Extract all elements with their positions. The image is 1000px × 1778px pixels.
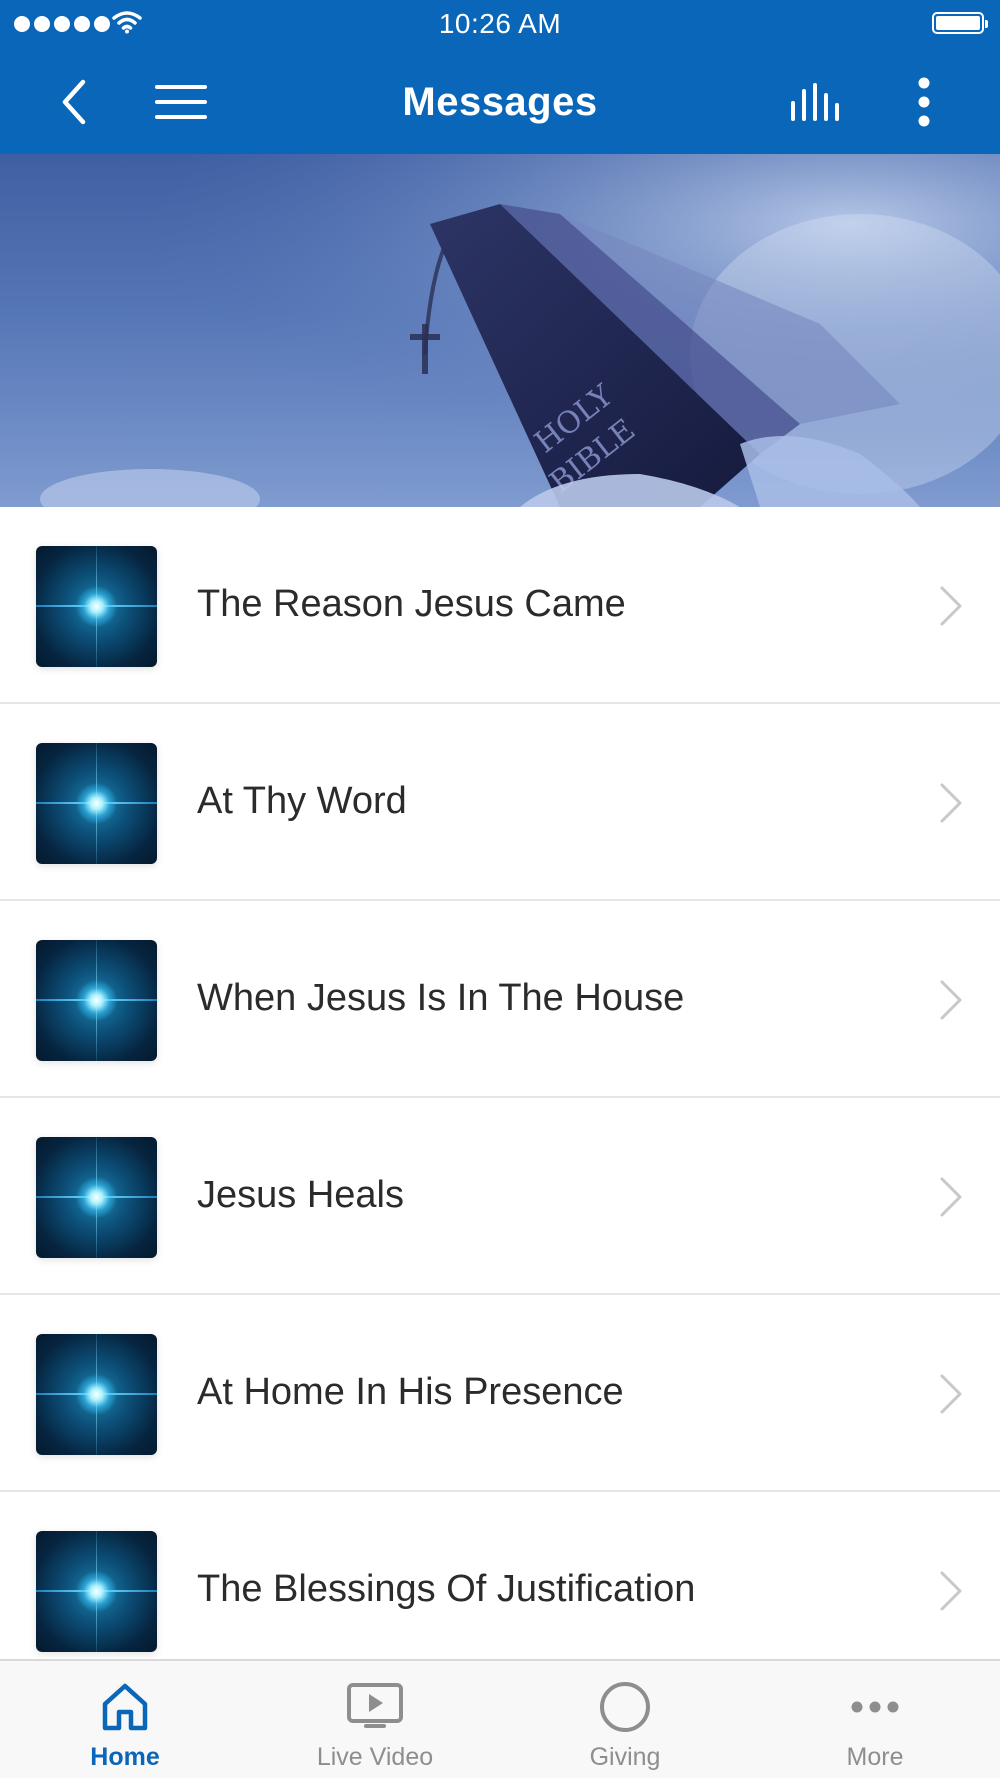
tab-live-video[interactable]: Live Video bbox=[250, 1661, 500, 1778]
chevron-right-icon bbox=[940, 980, 962, 1020]
message-thumbnail bbox=[36, 1137, 157, 1258]
back-chevron-icon bbox=[62, 79, 86, 125]
list-item[interactable]: At Home In His Presence bbox=[0, 1295, 1000, 1492]
list-item[interactable]: The Blessings Of Justification bbox=[0, 1492, 1000, 1659]
home-icon bbox=[102, 1683, 148, 1731]
chevron-right-icon bbox=[940, 586, 962, 626]
tab-giving[interactable]: Giving bbox=[500, 1661, 750, 1778]
list-item-title: At Home In His Presence bbox=[197, 1371, 624, 1413]
vertical-dots-icon bbox=[918, 77, 930, 127]
hamburger-menu-icon bbox=[155, 85, 207, 119]
nav-bar: Messages bbox=[0, 50, 1000, 154]
message-thumbnail bbox=[36, 1334, 157, 1455]
battery-icon bbox=[932, 12, 988, 34]
list-item-title: At Thy Word bbox=[197, 780, 407, 822]
list-item-title: When Jesus Is In The House bbox=[197, 977, 685, 1019]
chevron-right-icon bbox=[940, 1374, 962, 1414]
tab-label: Live Video bbox=[316, 1743, 434, 1771]
chevron-right-icon bbox=[940, 783, 962, 823]
chevron-right-icon bbox=[940, 1177, 962, 1217]
list-item-title: The Blessings Of Justification bbox=[197, 1568, 696, 1610]
tab-home[interactable]: Home bbox=[0, 1661, 250, 1778]
messages-list: The Reason Jesus Came At Thy Word When J… bbox=[0, 507, 1000, 1659]
circle-icon bbox=[600, 1682, 650, 1732]
list-item[interactable]: The Reason Jesus Came bbox=[0, 507, 1000, 704]
list-item-title: The Reason Jesus Came bbox=[197, 583, 626, 625]
message-thumbnail bbox=[36, 940, 157, 1061]
tab-label: More bbox=[846, 1743, 904, 1771]
tab-more[interactable]: More bbox=[750, 1661, 1000, 1778]
message-thumbnail bbox=[36, 546, 157, 667]
holy-bible-hero: HOLY BIBLE bbox=[0, 154, 1000, 507]
tab-label: Home bbox=[90, 1743, 160, 1771]
chevron-right-icon bbox=[940, 1571, 962, 1611]
list-item[interactable]: At Thy Word bbox=[0, 704, 1000, 901]
list-item[interactable]: Jesus Heals bbox=[0, 1098, 1000, 1295]
back-button[interactable] bbox=[48, 50, 100, 154]
equalizer-icon bbox=[791, 83, 839, 121]
overflow-menu-button[interactable] bbox=[900, 50, 948, 154]
tv-play-icon bbox=[347, 1683, 403, 1728]
list-item[interactable]: When Jesus Is In The House bbox=[0, 901, 1000, 1098]
list-item-title: Jesus Heals bbox=[197, 1174, 404, 1216]
tab-bar: Home Live Video Giving More bbox=[0, 1659, 1000, 1778]
more-dots-icon bbox=[851, 1701, 899, 1713]
tab-label: Giving bbox=[589, 1743, 661, 1771]
message-thumbnail bbox=[36, 1531, 157, 1652]
menu-button[interactable] bbox=[150, 50, 212, 154]
audio-player-button[interactable] bbox=[786, 50, 850, 154]
hero-banner: HOLY BIBLE bbox=[0, 154, 1000, 507]
message-thumbnail bbox=[36, 743, 157, 864]
status-bar: 10:26 AM bbox=[0, 0, 1000, 50]
status-time: 10:26 AM bbox=[438, 8, 562, 39]
